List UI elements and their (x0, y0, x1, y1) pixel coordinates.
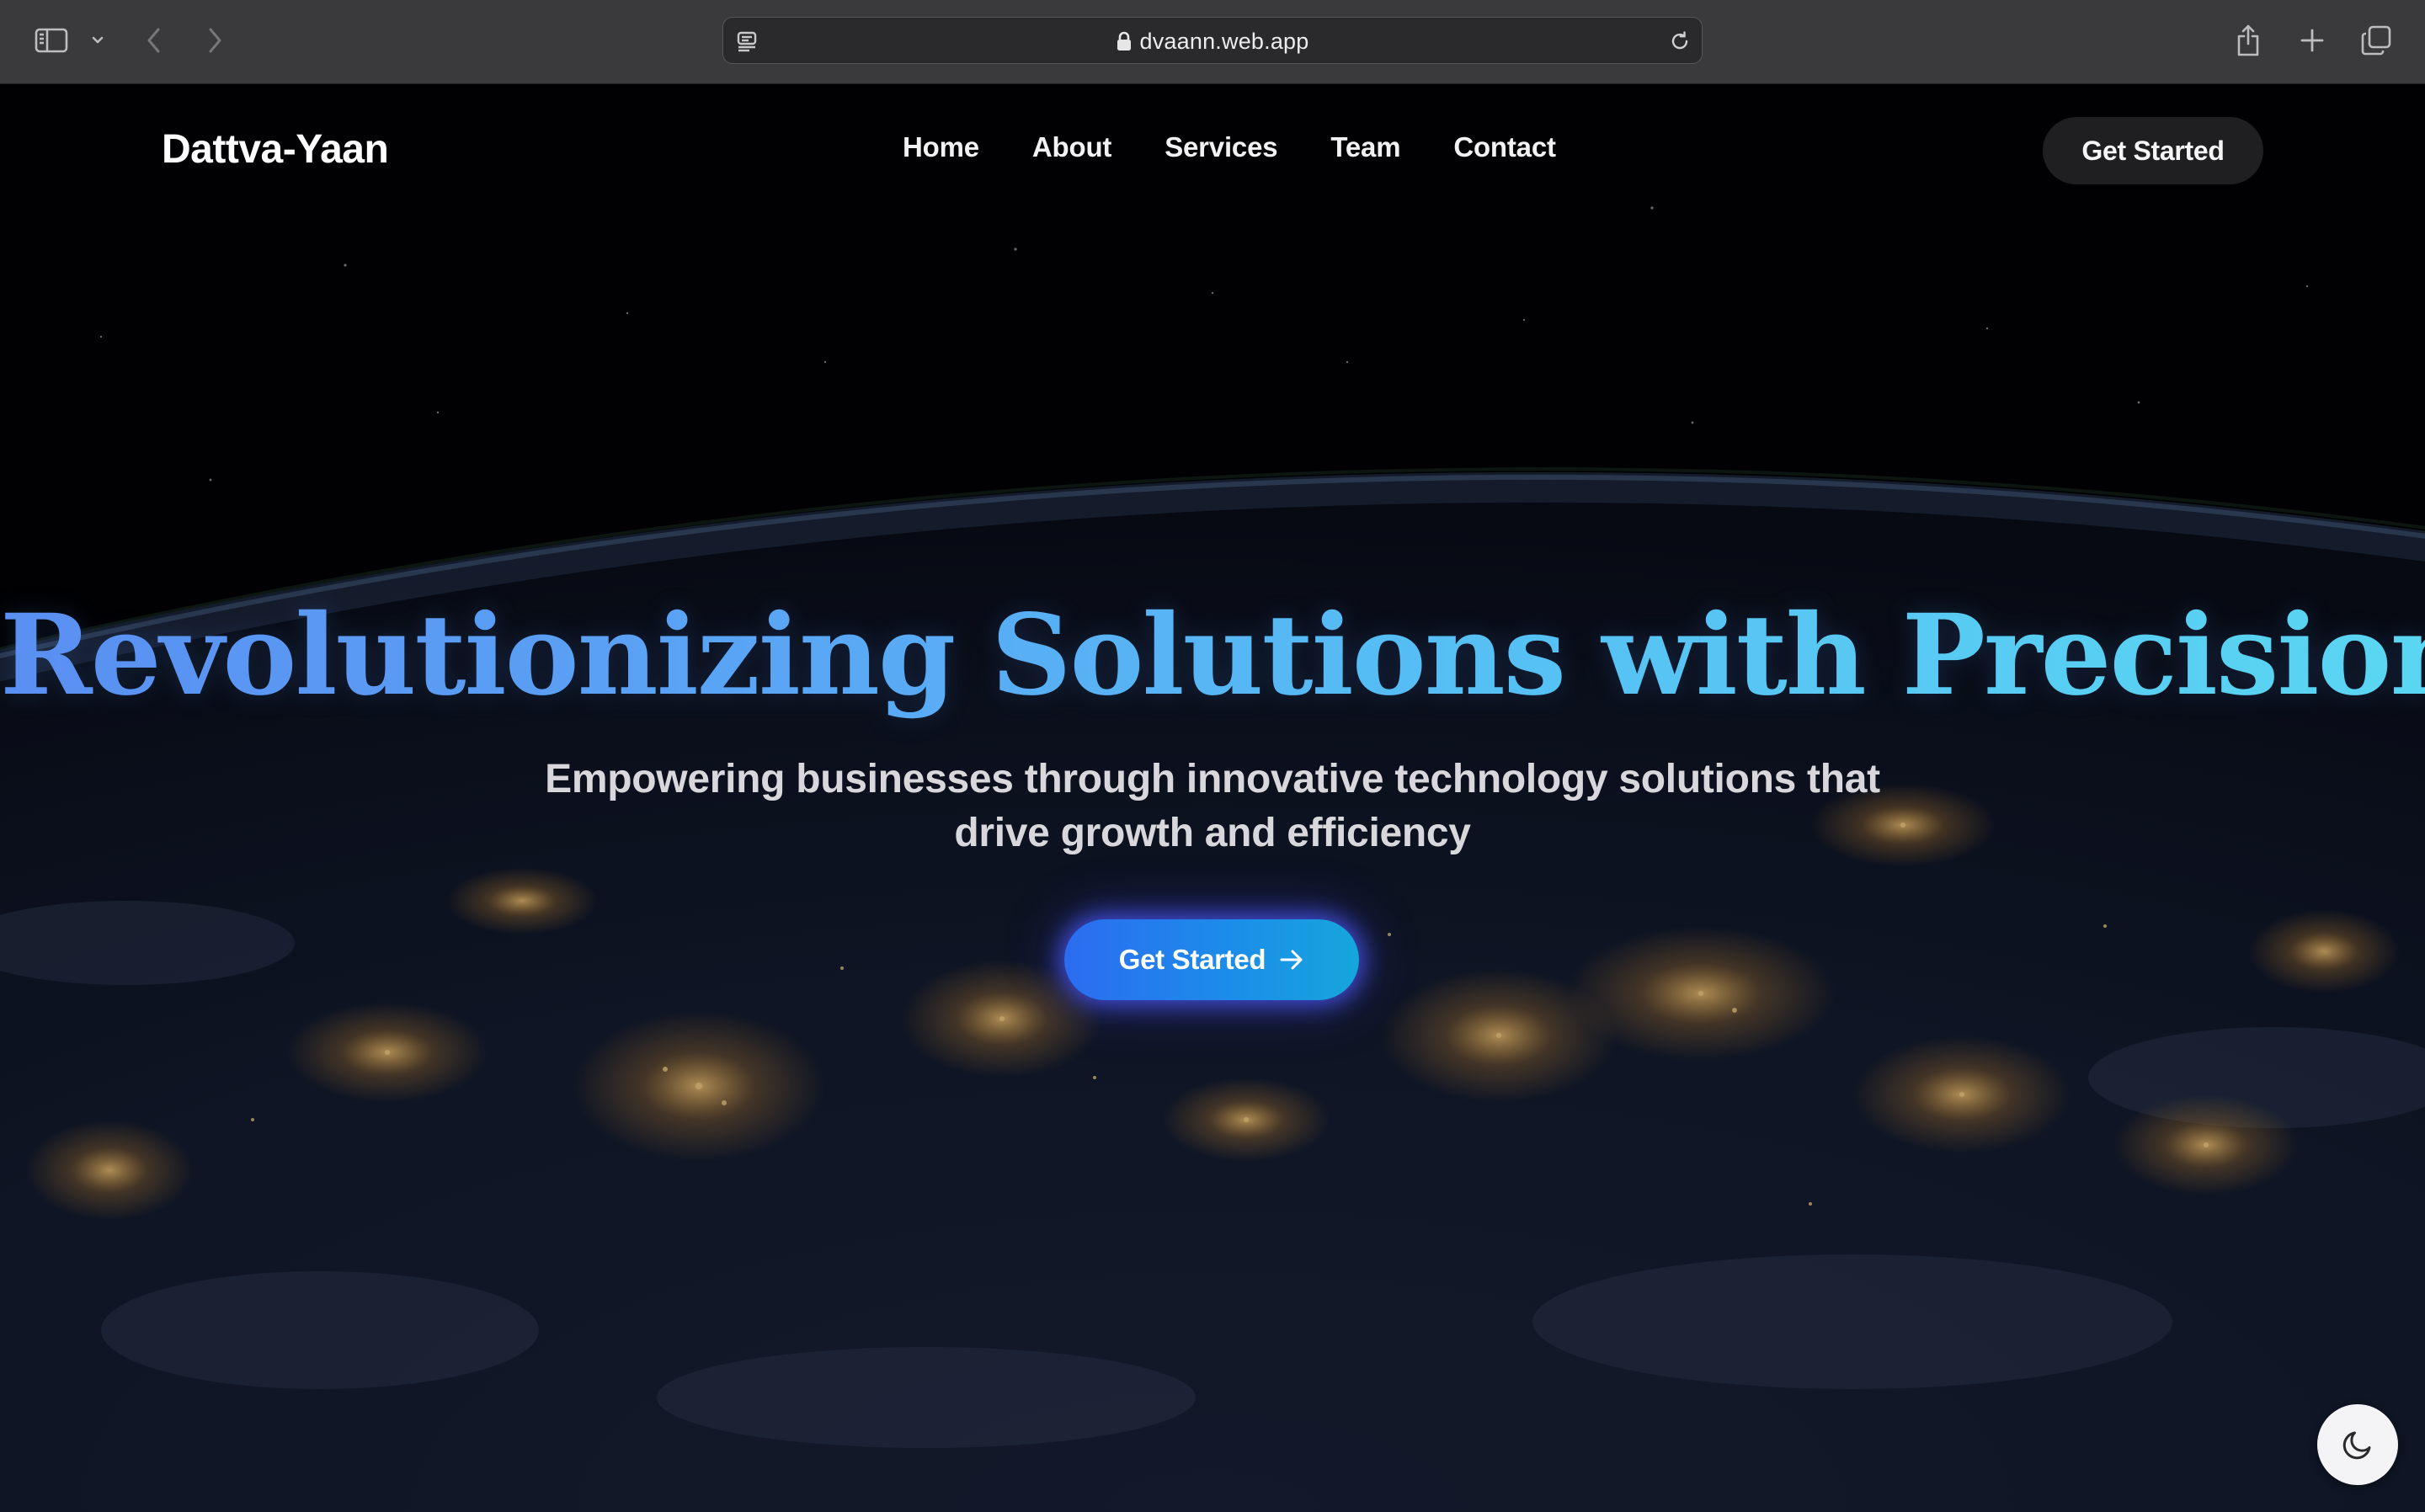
chevron-right-icon[interactable] (202, 24, 227, 57)
tabs-icon[interactable] (2358, 24, 2395, 57)
share-icon[interactable] (2231, 24, 2265, 57)
arrow-right-icon (1279, 949, 1304, 971)
site-header: Dattva-Yaan Home About Services Team Con… (0, 84, 2425, 219)
plus-icon[interactable] (2295, 24, 2329, 57)
hero-get-started-button[interactable]: Get Started (1064, 919, 1359, 1000)
nav-link-contact[interactable]: Contact (1453, 131, 1556, 163)
nav-link-home[interactable]: Home (903, 131, 979, 163)
header-get-started-button[interactable]: Get Started (2043, 117, 2263, 184)
nav-link-services[interactable]: Services (1165, 131, 1277, 163)
moon-icon (2340, 1427, 2375, 1462)
url-text: dvaann.web.app (1139, 28, 1309, 54)
address-bar[interactable]: dvaann.web.app (722, 17, 1703, 64)
chevron-left-icon[interactable] (141, 24, 167, 57)
nav-link-about[interactable]: About (1032, 131, 1111, 163)
reload-icon[interactable] (1666, 29, 1693, 54)
chevron-down-icon[interactable] (88, 24, 108, 57)
hero-cta-label: Get Started (1118, 944, 1266, 975)
browser-toolbar: dvaann.web.app (0, 0, 2425, 84)
main-nav: Home About Services Team Contact (903, 131, 1609, 163)
hero-title: Revolutionizing Solutions with Precision (0, 589, 2425, 722)
sidebar-icon[interactable] (32, 24, 71, 57)
nav-link-team[interactable]: Team (1330, 131, 1400, 163)
hero-subtitle: Empowering businesses through innovative… (545, 757, 1880, 855)
webpage: Dattva-Yaan Home About Services Team Con… (0, 84, 2425, 1512)
site-logo[interactable]: Dattva-Yaan (162, 126, 389, 173)
reader-icon[interactable] (733, 29, 760, 54)
lock-icon (1117, 31, 1132, 51)
theme-toggle-button[interactable] (2317, 1404, 2398, 1485)
